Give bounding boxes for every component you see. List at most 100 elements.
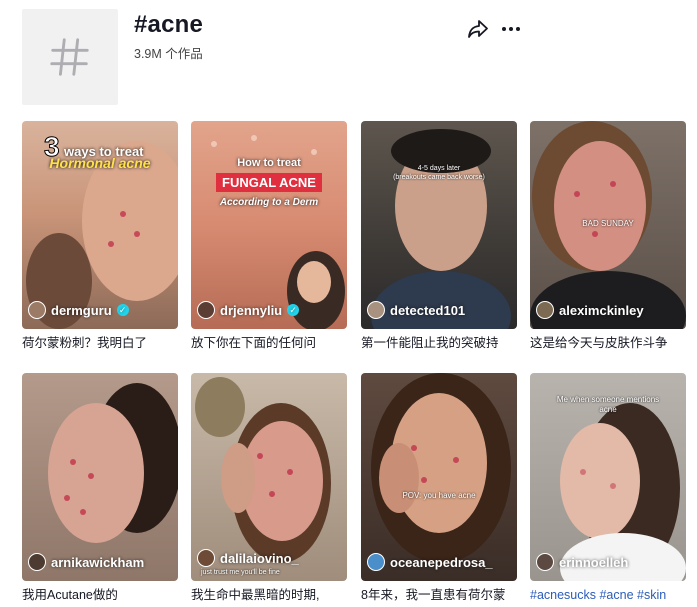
acne-spot bbox=[64, 495, 70, 501]
more-dot-icon bbox=[516, 27, 520, 31]
acne-spot bbox=[80, 509, 86, 515]
acne-spot bbox=[574, 191, 580, 197]
avatar bbox=[28, 553, 46, 571]
author-username: aleximckinley bbox=[559, 302, 644, 318]
plant-shape bbox=[195, 377, 245, 437]
author-username: dalilaiovino_ bbox=[220, 550, 299, 566]
video-card[interactable]: 4-5 days later (breakouts came back wors… bbox=[361, 121, 517, 352]
video-author[interactable]: detected101 bbox=[367, 301, 465, 319]
video-caption[interactable]: 8年来，我一直患有荷尔蒙 bbox=[361, 586, 517, 604]
acne-spot bbox=[411, 445, 417, 451]
video-author[interactable]: drjennyliu ✓ bbox=[197, 301, 300, 319]
hand-shape bbox=[221, 443, 255, 513]
author-username: detected101 bbox=[390, 302, 466, 318]
avatar bbox=[28, 301, 46, 319]
shirt-shape bbox=[371, 271, 511, 329]
avatar bbox=[536, 553, 554, 571]
video-author[interactable]: oceanepedrosa_ bbox=[367, 553, 493, 571]
acne-spot bbox=[108, 241, 114, 247]
acne-spot bbox=[580, 469, 586, 475]
acne-spot bbox=[251, 135, 257, 141]
share-icon bbox=[468, 20, 488, 38]
face-shape bbox=[554, 141, 646, 271]
author-username: erinnoelleh bbox=[559, 554, 629, 570]
video-thumbnail[interactable]: 4-5 days later (breakouts came back wors… bbox=[361, 121, 517, 329]
video-thumbnail[interactable]: Me when someone mentions acne erinnoelle… bbox=[530, 373, 686, 581]
overlay-line: How to treat bbox=[237, 157, 301, 169]
more-options-button[interactable] bbox=[498, 17, 524, 41]
video-thumbnail[interactable]: How to treat FUNGAL ACNE According to a … bbox=[191, 121, 347, 329]
video-count: 3.9M 个作品 bbox=[134, 47, 203, 61]
video-caption[interactable]: 荷尔蒙粉刺？我明白了 bbox=[22, 334, 178, 352]
video-caption[interactable]: 我用Acutane做的 bbox=[22, 586, 178, 604]
more-dot-icon bbox=[502, 27, 506, 31]
hashtag-icon bbox=[50, 38, 89, 76]
video-author[interactable]: arnikawickham bbox=[28, 553, 144, 571]
video-author[interactable]: erinnoelleh bbox=[536, 553, 628, 571]
verified-badge-icon: ✓ bbox=[116, 304, 129, 316]
acne-spot bbox=[88, 473, 94, 479]
acne-spot bbox=[269, 491, 275, 497]
author-username: dermguru bbox=[51, 302, 112, 318]
hand-shape bbox=[379, 443, 419, 513]
verified-badge-icon: ✓ bbox=[287, 304, 300, 316]
face-shape bbox=[48, 403, 144, 543]
acne-spot bbox=[257, 453, 263, 459]
acne-spot bbox=[70, 459, 76, 465]
acne-spot bbox=[287, 469, 293, 475]
acne-spot bbox=[610, 181, 616, 187]
video-caption[interactable]: 第一件能阻止我的突破持 bbox=[361, 334, 517, 352]
video-thumbnail[interactable]: just trust me you'll be fine dalilaiovin… bbox=[191, 373, 347, 581]
hashtag-avatar bbox=[22, 9, 118, 105]
overlay-title: Hormonal acne bbox=[49, 155, 151, 171]
acne-spot bbox=[134, 231, 140, 237]
avatar bbox=[536, 301, 554, 319]
face-shape bbox=[560, 423, 640, 539]
video-card[interactable]: Me when someone mentions acne erinnoelle… bbox=[530, 373, 686, 604]
overlay-line: BAD SUNDAY bbox=[582, 219, 634, 228]
video-card[interactable]: How to treat FUNGAL ACNE According to a … bbox=[191, 121, 347, 352]
acne-spot bbox=[421, 477, 427, 483]
overlay-line: POV: you have acne bbox=[402, 491, 476, 500]
avatar bbox=[197, 301, 215, 319]
overlay-banner: FUNGAL ACNE bbox=[191, 173, 347, 192]
overlay-title: FUNGAL ACNE bbox=[216, 173, 322, 192]
acne-spot bbox=[610, 483, 616, 489]
acne-spot bbox=[311, 149, 317, 155]
more-dot-icon bbox=[509, 27, 513, 31]
video-thumbnail[interactable]: POV: you have acne oceanepedrosa_ bbox=[361, 373, 517, 581]
author-username: drjennyliu bbox=[220, 302, 283, 318]
avatar bbox=[367, 301, 385, 319]
video-author[interactable]: dalilaiovino_ bbox=[197, 549, 299, 567]
acne-spot bbox=[211, 141, 217, 147]
video-card[interactable]: 3 ways to treat Hormonal acne dermguru ✓… bbox=[22, 121, 178, 352]
video-thumbnail[interactable]: 3 ways to treat Hormonal acne dermguru ✓ bbox=[22, 121, 178, 329]
overlay-line: just trust me you'll be fine bbox=[201, 569, 280, 576]
acne-spot bbox=[592, 231, 598, 237]
author-username: arnikawickham bbox=[51, 554, 145, 570]
video-thumbnail[interactable]: arnikawickham bbox=[22, 373, 178, 581]
video-card[interactable]: BAD SUNDAY aleximckinley 这是给今天与皮肤作斗争 bbox=[530, 121, 686, 352]
video-caption[interactable]: 放下你在下面的任何问 bbox=[191, 334, 347, 352]
video-thumbnail[interactable]: BAD SUNDAY aleximckinley bbox=[530, 121, 686, 329]
avatar bbox=[197, 549, 215, 567]
share-button[interactable] bbox=[466, 17, 490, 41]
video-caption[interactable]: 我生命中最黑暗的时期, bbox=[191, 586, 347, 604]
page-title: #acne bbox=[134, 11, 204, 38]
overlay-line: acne bbox=[599, 405, 617, 414]
avatar bbox=[367, 553, 385, 571]
acne-spot bbox=[120, 211, 126, 217]
video-card[interactable]: just trust me you'll be fine dalilaiovin… bbox=[191, 373, 347, 604]
video-card[interactable]: arnikawickham 我用Acutane做的 bbox=[22, 373, 178, 604]
video-author[interactable]: dermguru ✓ bbox=[28, 301, 129, 319]
author-username: oceanepedrosa_ bbox=[390, 554, 493, 570]
acne-spot bbox=[453, 457, 459, 463]
overlay-line: 4-5 days later bbox=[417, 165, 461, 172]
video-author[interactable]: aleximckinley bbox=[536, 301, 644, 319]
shirt-shape bbox=[530, 271, 686, 329]
video-card[interactable]: POV: you have acne oceanepedrosa_ 8年来，我一… bbox=[361, 373, 517, 604]
overlay-line: (breakouts came back worse) bbox=[393, 174, 485, 181]
video-caption[interactable]: #acnesucks #acne #skin bbox=[530, 586, 686, 604]
overlay-line: Me when someone mentions bbox=[556, 395, 660, 404]
video-caption[interactable]: 这是给今天与皮肤作斗争 bbox=[530, 334, 686, 352]
